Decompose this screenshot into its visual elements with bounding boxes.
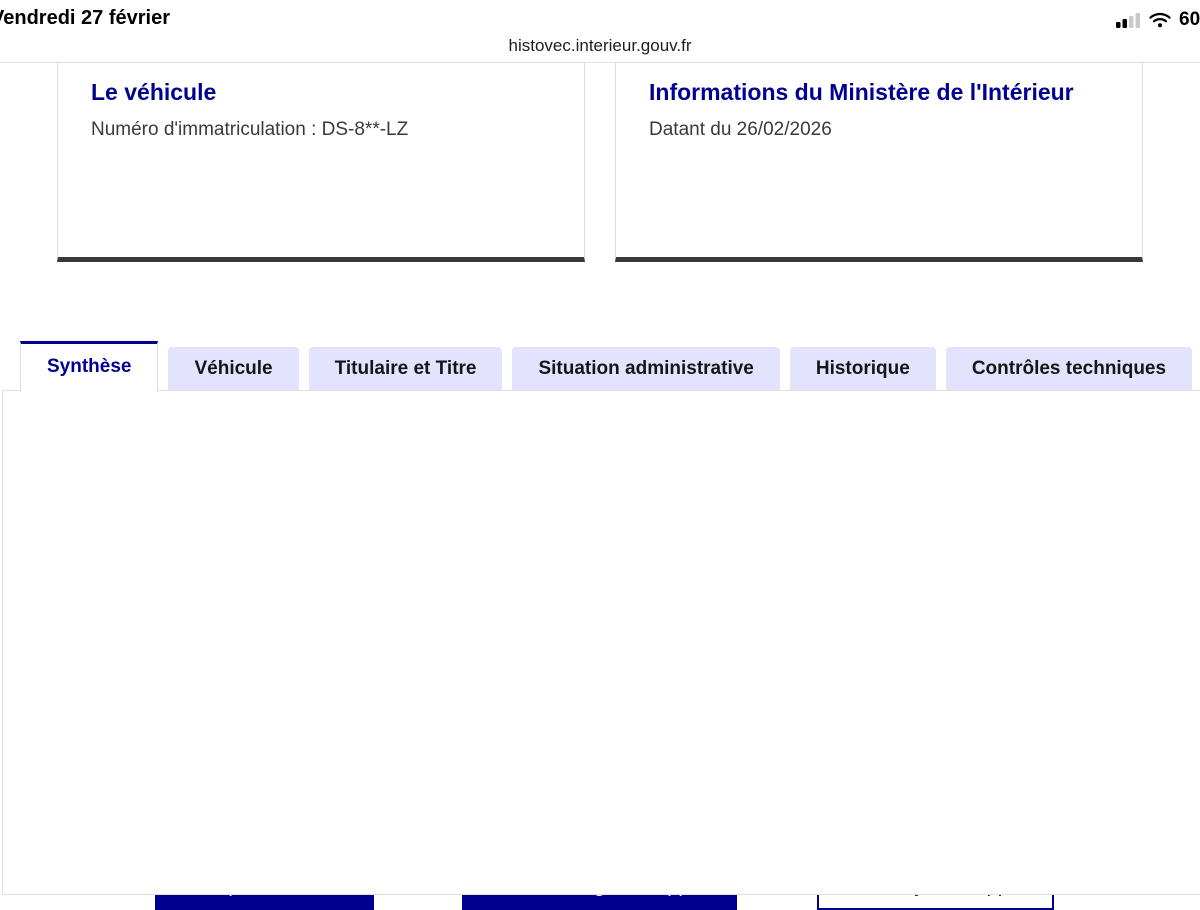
tab-synthese[interactable]: Synthèse bbox=[20, 341, 158, 392]
vehicle-card: Le véhicule Numéro d'immatriculation : D… bbox=[57, 62, 585, 262]
tab-historique[interactable]: Historique bbox=[790, 347, 936, 390]
ministry-card-title: Informations du Ministère de l'Intérieur bbox=[649, 75, 1109, 109]
status-icons: 60 bbox=[1116, 9, 1200, 31]
tab-vehicule[interactable]: Véhicule bbox=[168, 347, 298, 390]
ministry-card: Informations du Ministère de l'Intérieur… bbox=[615, 62, 1143, 262]
battery-percentage: 60 bbox=[1179, 9, 1200, 31]
browser-top-chrome: Vendredi 27 février 60 histovec.interieu… bbox=[0, 0, 1200, 63]
status-date: Vendredi 27 février bbox=[0, 7, 170, 30]
tab-situation-administrative[interactable]: Situation administrative bbox=[512, 347, 779, 390]
address-bar[interactable]: histovec.interieur.gouv.fr bbox=[0, 36, 1200, 56]
synthese-panel bbox=[2, 390, 1200, 895]
cellular-signal-icon bbox=[1116, 12, 1141, 28]
vehicle-card-title: Le véhicule bbox=[91, 75, 551, 109]
report-tabs: Synthèse Véhicule Titulaire et Titre Sit… bbox=[20, 341, 1200, 392]
tab-titulaire-et-titre[interactable]: Titulaire et Titre bbox=[309, 347, 503, 390]
ministry-report-date: Datant du 26/02/2026 bbox=[649, 119, 1109, 141]
wifi-icon bbox=[1149, 12, 1171, 28]
vehicle-registration-number: Numéro d'immatriculation : DS-8**-LZ bbox=[91, 119, 551, 141]
tab-controles-techniques[interactable]: Contrôles techniques bbox=[946, 347, 1192, 390]
